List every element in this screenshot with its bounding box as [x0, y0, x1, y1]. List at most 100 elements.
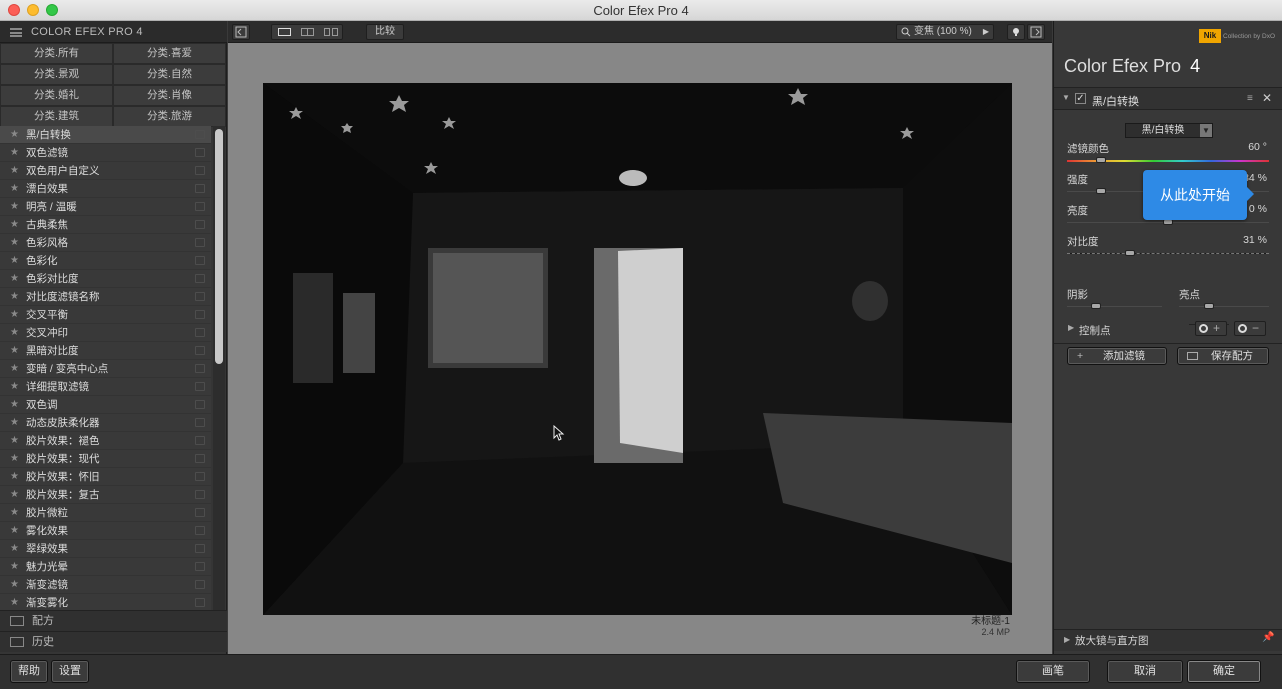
apply-filter-icon[interactable]: [195, 418, 205, 427]
minimize-window-button[interactable]: [27, 4, 39, 16]
apply-filter-icon[interactable]: [195, 364, 205, 373]
apply-filter-icon[interactable]: [195, 238, 205, 247]
favorite-star-icon[interactable]: ★: [10, 126, 19, 144]
settings-button[interactable]: 设置: [51, 660, 89, 683]
filter-list-item[interactable]: ★ 漂白效果: [0, 180, 211, 198]
slider-knob[interactable]: [1096, 157, 1106, 163]
category-button[interactable]: 分类.肖像: [113, 85, 226, 106]
category-button[interactable]: 分类.建筑: [0, 106, 113, 127]
slider-track[interactable]: [1067, 253, 1269, 254]
filter-list-item[interactable]: ★ 明亮 / 温暖: [0, 198, 211, 216]
apply-filter-icon[interactable]: [195, 382, 205, 391]
filter-list-item[interactable]: ★ 胶片效果：褪色: [0, 432, 211, 450]
apply-filter-icon[interactable]: [195, 274, 205, 283]
preview-light-button[interactable]: [1007, 24, 1025, 40]
apply-filter-icon[interactable]: [195, 526, 205, 535]
favorite-star-icon[interactable]: ★: [10, 522, 19, 540]
single-view-icon[interactable]: [278, 28, 291, 36]
filter-list-item[interactable]: ★ 胶片微粒: [0, 504, 211, 522]
filter-list-item[interactable]: ★ 交叉冲印: [0, 324, 211, 342]
zoom-window-button[interactable]: [46, 4, 58, 16]
favorite-star-icon[interactable]: ★: [10, 432, 19, 450]
control-points-row[interactable]: ▶ 控制点 + −: [1054, 319, 1282, 339]
filter-list-item[interactable]: ★ 双色滤镜: [0, 144, 211, 162]
expand-triangle-icon[interactable]: ▶: [1068, 323, 1074, 332]
filter-list-item[interactable]: ★ 动态皮肤柔化器: [0, 414, 211, 432]
apply-filter-icon[interactable]: [195, 580, 205, 589]
apply-filter-icon[interactable]: [195, 148, 205, 157]
split-view-icon[interactable]: [301, 28, 314, 36]
filter-list-item[interactable]: ★ 雾化效果: [0, 522, 211, 540]
filter-list-scroll-thumb[interactable]: [215, 129, 223, 364]
apply-filter-icon[interactable]: [195, 400, 205, 409]
apply-filter-icon[interactable]: [195, 598, 205, 607]
filter-list-item[interactable]: ★ 胶片效果：现代: [0, 450, 211, 468]
filter-enabled-checkbox[interactable]: ✓: [1075, 93, 1086, 104]
favorite-star-icon[interactable]: ★: [10, 378, 19, 396]
apply-filter-icon[interactable]: [195, 256, 205, 265]
favorite-star-icon[interactable]: ★: [10, 594, 19, 610]
filter-list-item[interactable]: ★ 古典柔焦: [0, 216, 211, 234]
filter-list-item[interactable]: ★ 胶片效果：怀旧: [0, 468, 211, 486]
filter-list-item[interactable]: ★ 渐变滤镜: [0, 576, 211, 594]
slider-knob[interactable]: [1125, 250, 1135, 256]
favorite-star-icon[interactable]: ★: [10, 234, 19, 252]
favorite-star-icon[interactable]: ★: [10, 288, 19, 306]
close-filter-icon[interactable]: ✕: [1262, 91, 1272, 105]
menu-icon[interactable]: [10, 28, 22, 37]
apply-filter-icon[interactable]: [195, 490, 205, 499]
favorite-star-icon[interactable]: ★: [10, 540, 19, 558]
apply-filter-icon[interactable]: [195, 184, 205, 193]
apply-filter-icon[interactable]: [195, 130, 205, 139]
filter-list-item[interactable]: ★ 胶片效果：复古: [0, 486, 211, 504]
apply-filter-icon[interactable]: [195, 436, 205, 445]
side-by-side-view-icon[interactable]: [324, 28, 330, 36]
method-select[interactable]: 黑/白转换 ▼: [1125, 123, 1213, 138]
history-section[interactable]: 历史: [0, 631, 227, 652]
brush-button[interactable]: 画笔: [1016, 660, 1090, 683]
filter-list-item[interactable]: ★ 渐变雾化: [0, 594, 211, 610]
preview-image[interactable]: [263, 83, 1012, 615]
filter-list-item[interactable]: ★ 色彩对比度: [0, 270, 211, 288]
filter-list-item[interactable]: ★ 详细提取滤镜: [0, 378, 211, 396]
highlights-slider-knob[interactable]: [1204, 303, 1214, 309]
cancel-button[interactable]: 取消: [1107, 660, 1183, 683]
favorite-star-icon[interactable]: ★: [10, 504, 19, 522]
add-control-point-button[interactable]: +: [1195, 321, 1227, 336]
help-button[interactable]: 帮助: [10, 660, 48, 683]
favorite-star-icon[interactable]: ★: [10, 342, 19, 360]
apply-filter-icon[interactable]: [195, 472, 205, 481]
favorite-star-icon[interactable]: ★: [10, 576, 19, 594]
add-filter-button[interactable]: + 添加滤镜: [1067, 347, 1167, 365]
category-button[interactable]: 分类.景观: [0, 64, 113, 85]
start-here-tooltip[interactable]: 从此处开始: [1143, 170, 1247, 220]
filter-list-item[interactable]: ★ 对比度滤镜名称: [0, 288, 211, 306]
loupe-histogram-section[interactable]: ▶ 放大镜与直方图 📌: [1054, 629, 1282, 651]
filter-list-item[interactable]: ★ 黑暗对比度: [0, 342, 211, 360]
shadows-slider-knob[interactable]: [1091, 303, 1101, 309]
favorite-star-icon[interactable]: ★: [10, 162, 19, 180]
favorite-star-icon[interactable]: ★: [10, 450, 19, 468]
favorite-star-icon[interactable]: ★: [10, 198, 19, 216]
apply-filter-icon[interactable]: [195, 310, 205, 319]
apply-filter-icon[interactable]: [195, 220, 205, 229]
category-button[interactable]: 分类.旅游: [113, 106, 226, 127]
favorite-star-icon[interactable]: ★: [10, 144, 19, 162]
favorite-star-icon[interactable]: ★: [10, 252, 19, 270]
filter-list-item[interactable]: ★ 交叉平衡: [0, 306, 211, 324]
apply-filter-icon[interactable]: [195, 292, 205, 301]
category-button[interactable]: 分类.自然: [113, 64, 226, 85]
category-button[interactable]: 分类.所有: [0, 43, 113, 64]
favorite-star-icon[interactable]: ★: [10, 414, 19, 432]
apply-filter-icon[interactable]: [195, 346, 205, 355]
category-button[interactable]: 分类.喜爱: [113, 43, 226, 64]
highlights-slider-track[interactable]: [1179, 306, 1269, 307]
remove-control-point-button[interactable]: −: [1234, 321, 1266, 336]
apply-filter-icon[interactable]: [195, 454, 205, 463]
favorite-star-icon[interactable]: ★: [10, 396, 19, 414]
filter-list-item[interactable]: ★ 黑/白转换: [0, 126, 211, 144]
ok-button[interactable]: 确定: [1187, 660, 1261, 683]
collapse-triangle-icon[interactable]: ▼: [1062, 93, 1070, 102]
apply-filter-icon[interactable]: [195, 202, 205, 211]
filter-list-item[interactable]: ★ 翠绿效果: [0, 540, 211, 558]
